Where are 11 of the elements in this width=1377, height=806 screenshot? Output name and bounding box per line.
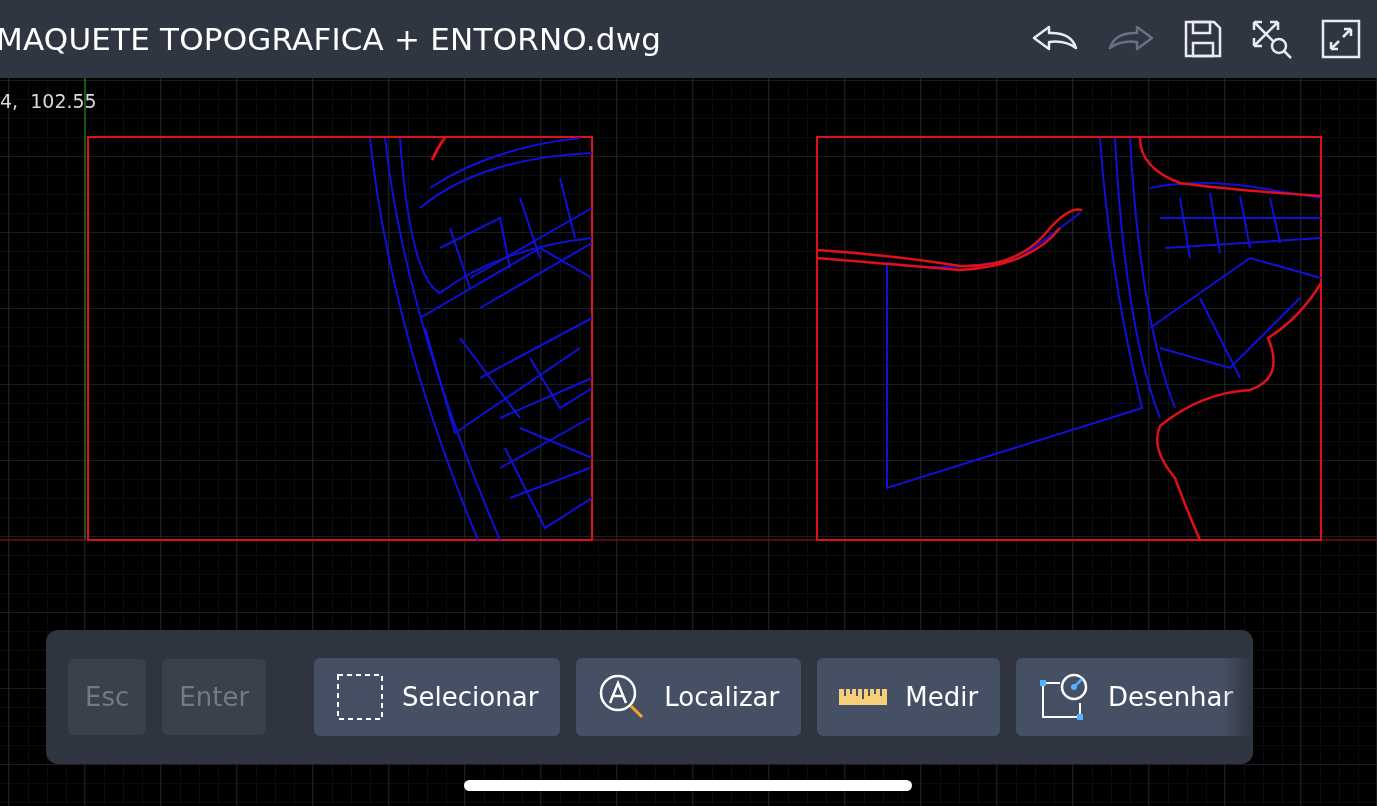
tool-button[interactable]: Desenhar: [1016, 658, 1253, 736]
tool-button[interactable]: Selecionar: [314, 658, 561, 736]
fullscreen-button[interactable]: [1319, 17, 1363, 61]
tool-button[interactable]: Medir: [817, 658, 1001, 736]
ruler-icon: [839, 687, 888, 707]
coordinate-readout: 4, 102.55: [0, 90, 97, 112]
tool-button[interactable]: Localizar: [576, 658, 802, 736]
fullscreen-icon: [1321, 19, 1361, 59]
save-icon: [1183, 19, 1223, 59]
zoom-extents-icon: [1251, 19, 1293, 59]
dashed-square-icon: [336, 673, 385, 721]
